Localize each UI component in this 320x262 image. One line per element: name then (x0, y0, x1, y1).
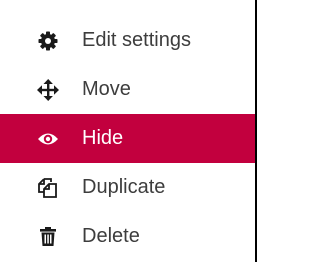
menu-item-label: Delete (82, 224, 140, 247)
trash-icon (37, 226, 59, 248)
eye-icon (37, 128, 59, 150)
context-menu: Edit settings Move Hide Duplicate Delete (0, 0, 257, 262)
menu-item-label: Hide (82, 126, 124, 149)
move-arrows-icon (37, 78, 59, 101)
gear-icon (37, 30, 59, 52)
menu-item-label: Edit settings (82, 28, 191, 51)
menu-item-hide[interactable]: Hide (0, 114, 255, 163)
menu-item-label: Move (82, 77, 131, 100)
menu-item-label: Duplicate (82, 175, 166, 198)
menu-item-edit-settings[interactable]: Edit settings (0, 16, 255, 65)
menu-item-delete[interactable]: Delete (0, 212, 255, 261)
duplicate-icon (37, 177, 59, 199)
menu-item-move[interactable]: Move (0, 65, 255, 114)
menu-item-duplicate[interactable]: Duplicate (0, 163, 255, 212)
